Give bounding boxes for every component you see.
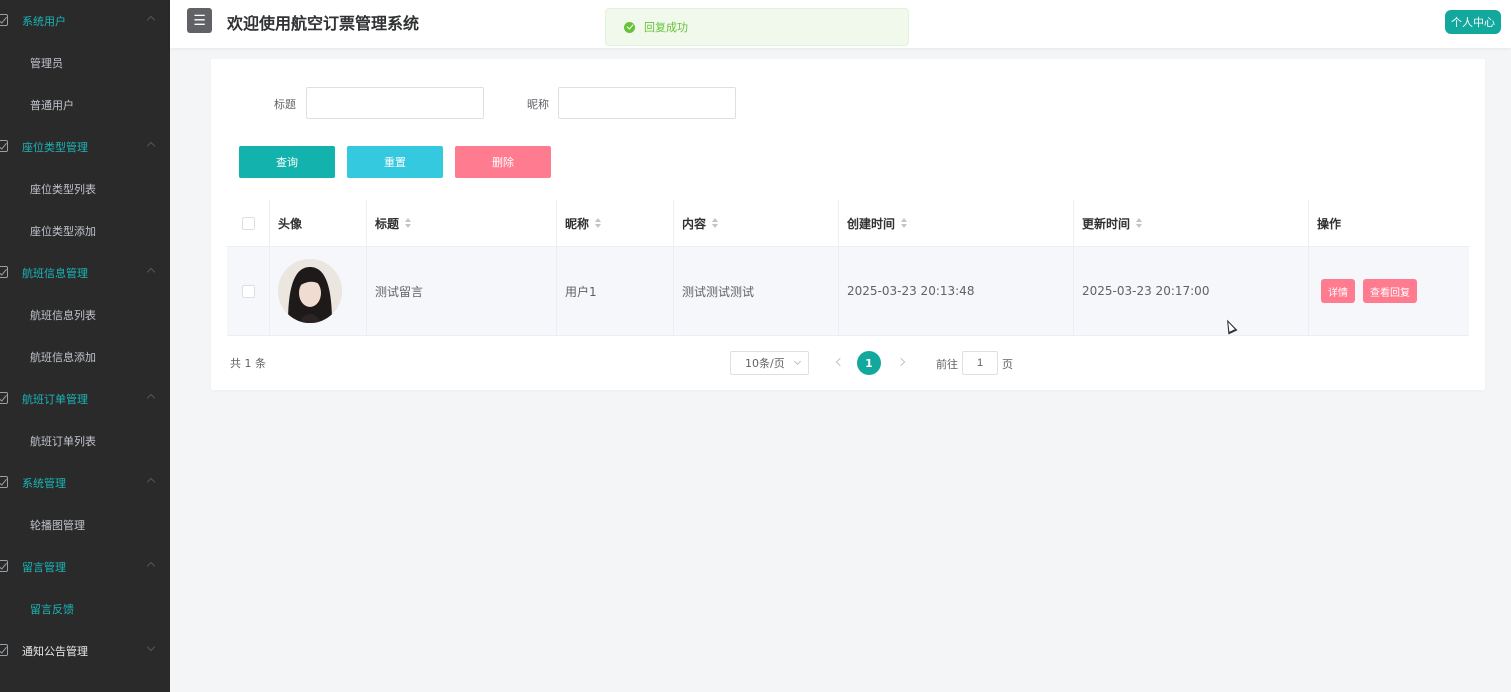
goto-suffix: 页 (1002, 358, 1013, 371)
sidebar-item-users[interactable]: 普通用户 (0, 84, 170, 126)
header-title[interactable]: 标题 (367, 200, 557, 246)
chevron-down-icon (146, 642, 156, 652)
header-nickname[interactable]: 昵称 (557, 200, 674, 246)
sidebar-group-label: 航班信息管理 (22, 267, 88, 280)
sidebar-group-label: 系统管理 (22, 477, 66, 490)
sidebar-item-flight-add[interactable]: 航班信息添加 (0, 336, 170, 378)
sidebar: 系统用户 管理员 普通用户 座位类型管理 座位类型列表 座位类型添加 航班信息管… (0, 0, 170, 692)
user-center-button[interactable]: 个人中心 (1445, 10, 1501, 34)
goto-page-input[interactable] (962, 351, 998, 375)
sidebar-item-flight-list[interactable]: 航班信息列表 (0, 294, 170, 336)
edit-icon (0, 14, 8, 26)
edit-icon (0, 392, 8, 404)
edit-icon (0, 140, 8, 152)
total-count: 共 1 条 (230, 357, 266, 370)
sidebar-group-label: 留言管理 (22, 561, 66, 574)
page-title: 欢迎使用航空订票管理系统 (227, 14, 420, 33)
avatar-image (278, 259, 342, 323)
prev-page-icon[interactable] (835, 357, 845, 367)
view-reply-button[interactable]: 查看回复 (1363, 279, 1417, 303)
current-page[interactable]: 1 (857, 351, 881, 375)
sidebar-group-orders[interactable]: 航班订单管理 (0, 378, 170, 420)
sort-icon[interactable] (901, 218, 908, 228)
header-label: 内容 (682, 216, 707, 231)
hamburger-icon[interactable]: ☰ (187, 8, 212, 33)
sidebar-group-messages[interactable]: 留言管理 (0, 546, 170, 588)
table-row: 测试留言 用户1 测试测试测试 2025-03-23 20:13:48 2025… (227, 247, 1469, 336)
header-updated[interactable]: 更新时间 (1074, 200, 1309, 246)
header-created[interactable]: 创建时间 (839, 200, 1074, 246)
nickname-cell: 用户1 (557, 247, 674, 335)
nickname-search-input[interactable] (558, 87, 736, 119)
reset-button[interactable]: 重置 (347, 146, 443, 178)
header-label: 操作 (1317, 216, 1342, 231)
toast-message: 回复成功 (644, 21, 688, 34)
detail-button[interactable]: 详情 (1321, 279, 1355, 303)
sidebar-group-label: 航班订单管理 (22, 393, 88, 406)
sort-icon[interactable] (1136, 218, 1143, 228)
edit-icon (0, 476, 8, 488)
header-ops: 操作 (1309, 200, 1469, 246)
title-label: 标题 (274, 98, 296, 111)
sidebar-group-label: 系统用户 (22, 15, 66, 28)
page-size-select[interactable]: 10条/页 (730, 351, 809, 375)
row-checkbox-cell (227, 247, 270, 335)
avatar (278, 259, 342, 323)
sidebar-item-admin[interactable]: 管理员 (0, 42, 170, 84)
check-circle-icon (624, 21, 635, 33)
header-avatar: 头像 (270, 200, 367, 246)
sidebar-group-notices[interactable]: 通知公告管理 (0, 630, 170, 672)
sidebar-group-label: 通知公告管理 (22, 645, 88, 658)
updated-cell: 2025-03-23 20:17:00 (1074, 247, 1309, 335)
header-label: 头像 (278, 216, 303, 231)
table-header: 头像 标题 昵称 内容 创建时间 更新时间 操作 (227, 200, 1469, 247)
ops-cell: 详情 查看回复 (1309, 247, 1469, 335)
chevron-down-icon (793, 357, 802, 366)
edit-icon (0, 560, 8, 572)
page-size-value: 10条/页 (745, 357, 785, 370)
header-label: 标题 (375, 216, 400, 231)
sidebar-item-carousel[interactable]: 轮播图管理 (0, 504, 170, 546)
header-checkbox-cell (227, 200, 270, 246)
sidebar-item-order-list[interactable]: 航班订单列表 (0, 420, 170, 462)
main-card: 标题 昵称 查询 重置 删除 头像 标题 昵称 内容 创建时间 更新时间 操作 (211, 59, 1485, 390)
edit-icon (0, 644, 8, 656)
chevron-up-icon (146, 393, 156, 403)
header-label: 昵称 (565, 216, 590, 231)
edit-icon (0, 266, 8, 278)
chevron-up-icon (146, 15, 156, 25)
message-table: 头像 标题 昵称 内容 创建时间 更新时间 操作 测试留言 用户1 测试测试测试… (227, 200, 1469, 336)
chevron-up-icon (146, 561, 156, 571)
title-cell: 测试留言 (367, 247, 557, 335)
header-content[interactable]: 内容 (674, 200, 839, 246)
sidebar-group-seat-types[interactable]: 座位类型管理 (0, 126, 170, 168)
success-toast: 回复成功 (605, 8, 909, 46)
row-checkbox[interactable] (241, 284, 255, 298)
sidebar-group-system[interactable]: 系统管理 (0, 462, 170, 504)
sort-icon[interactable] (595, 218, 602, 228)
title-search-input[interactable] (306, 87, 484, 119)
sidebar-group-system-users[interactable]: 系统用户 (0, 0, 170, 42)
header-label: 更新时间 (1082, 216, 1131, 231)
sidebar-group-flights[interactable]: 航班信息管理 (0, 252, 170, 294)
sidebar-item-seat-type-list[interactable]: 座位类型列表 (0, 168, 170, 210)
sidebar-item-seat-type-add[interactable]: 座位类型添加 (0, 210, 170, 252)
nickname-label: 昵称 (527, 98, 549, 111)
query-button[interactable]: 查询 (239, 146, 335, 178)
sort-icon[interactable] (405, 218, 412, 228)
created-cell: 2025-03-23 20:13:48 (839, 247, 1074, 335)
select-all-checkbox[interactable] (241, 216, 255, 230)
sidebar-item-feedback[interactable]: 留言反馈 (0, 588, 170, 630)
header-label: 创建时间 (847, 216, 896, 231)
sort-icon[interactable] (712, 218, 719, 228)
next-page-icon[interactable] (896, 357, 906, 367)
chevron-up-icon (146, 477, 156, 487)
chevron-up-icon (146, 141, 156, 151)
content-cell: 测试测试测试 (674, 247, 839, 335)
delete-button[interactable]: 删除 (455, 146, 551, 178)
sidebar-group-label: 座位类型管理 (22, 141, 88, 154)
avatar-cell (270, 247, 367, 335)
goto-label: 前往 (936, 358, 958, 371)
chevron-up-icon (146, 267, 156, 277)
